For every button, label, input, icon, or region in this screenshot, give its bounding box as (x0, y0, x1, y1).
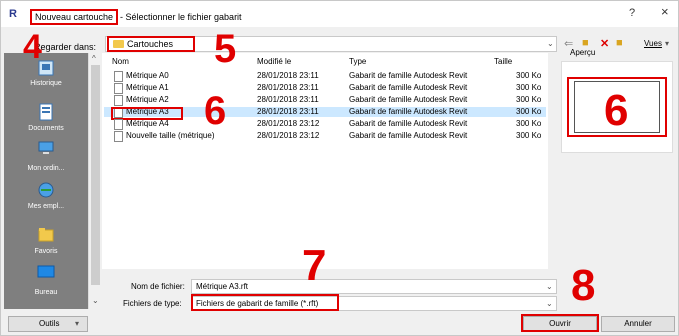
file-size: 300 Ko (516, 95, 542, 104)
file-name: Métrique A1 (126, 83, 169, 92)
file-icon (114, 95, 123, 106)
file-name: Métrique A0 (126, 71, 169, 80)
file-type: Gabarit de famille Autodesk Revit (349, 107, 468, 116)
filetype-label: Fichiers de type: (123, 299, 182, 308)
scroll-up-icon[interactable]: ^ (92, 54, 96, 63)
preview-label: Aperçu (570, 48, 596, 57)
close-button[interactable]: × (661, 4, 669, 19)
table-row[interactable]: Métrique A4 28/01/2018 23:12 Gabarit de … (104, 119, 546, 130)
file-name: Nouvelle taille (métrique) (126, 131, 215, 140)
file-dialog: R Nouveau cartouche - Sélectionner le fi… (0, 0, 679, 336)
file-size: 300 Ko (516, 119, 542, 128)
title-bar: R Nouveau cartouche - Sélectionner le fi… (1, 1, 678, 27)
file-date: 28/01/2018 23:12 (257, 131, 320, 140)
file-name: Métrique A2 (126, 95, 169, 104)
file-type: Gabarit de famille Autodesk Revit (349, 95, 468, 104)
column-header-size[interactable]: Taille (494, 57, 512, 66)
sidebar-item-label: Mon ordin... (27, 165, 65, 172)
file-size: 300 Ko (516, 107, 542, 116)
annotation-number-4: 4 (23, 28, 42, 66)
open-highlight-box (521, 314, 599, 332)
chevron-down-icon[interactable]: ⌄ (547, 39, 554, 48)
column-header-modified[interactable]: Modifié le (257, 57, 291, 66)
annotation-number-5: 5 (214, 27, 237, 71)
delete-icon[interactable]: ✕ (600, 37, 609, 50)
file-size: 300 Ko (516, 131, 542, 140)
cancel-label: Annuler (624, 319, 652, 328)
column-header-name[interactable]: Nom (112, 57, 129, 66)
dialog-title-highlighted: Nouveau cartouche (30, 9, 119, 25)
tools-label: Outils (39, 319, 60, 328)
annotation-number-6-list: 6 (204, 89, 227, 133)
file-type: Gabarit de famille Autodesk Revit (349, 83, 468, 92)
views-chevron-icon[interactable]: ▾ (665, 39, 669, 48)
tools-button[interactable]: Outils ▾ (8, 316, 88, 332)
column-header-type[interactable]: Type (349, 57, 366, 66)
desktop-icon (37, 265, 55, 278)
file-date: 28/01/2018 23:11 (257, 83, 319, 92)
sidebar-item-label: Bureau (34, 289, 58, 296)
filetype-highlight-box (191, 294, 339, 311)
sidebar-item-label: Historique (30, 80, 62, 87)
file-type: Gabarit de famille Autodesk Revit (349, 119, 468, 128)
revit-app-icon: R (9, 8, 17, 20)
sidebar-item-label: Documents (28, 125, 64, 132)
documents-icon (39, 103, 53, 121)
filename-value: Métrique A3.rft (196, 282, 249, 291)
help-button[interactable]: ? (629, 7, 635, 19)
chevron-down-icon[interactable]: ⌄ (546, 282, 553, 291)
dialog-title: - Sélectionner le fichier gabarit (120, 12, 242, 22)
file-icon (114, 131, 123, 142)
favorites-icon (38, 228, 54, 242)
file-date: 28/01/2018 23:11 (257, 107, 319, 116)
scrollbar-thumb[interactable] (91, 65, 100, 285)
lookin-label: Regarder dans: (34, 42, 97, 52)
table-row[interactable]: Nouvelle taille (métrique) 28/01/2018 23… (104, 131, 546, 142)
file-date: 28/01/2018 23:11 (257, 71, 319, 80)
views-button[interactable]: Vues (644, 39, 662, 48)
chevron-down-icon: ▾ (75, 319, 80, 328)
file-icon (114, 83, 123, 94)
places-sidebar: Historique Documents Mon ordin... Mes em… (4, 53, 88, 309)
annotation-number-8: 8 (571, 261, 596, 310)
filename-label: Nom de fichier: (131, 282, 185, 291)
file-list: Nom Modifié le Type Taille Métrique A0 2… (102, 53, 548, 269)
annotation-number-7: 7 (302, 241, 327, 290)
scroll-down-icon[interactable]: ⌄ (92, 296, 99, 305)
annotation-number-6-preview: 6 (604, 86, 629, 135)
chevron-down-icon[interactable]: ⌄ (546, 299, 553, 308)
sidebar-item-label: Mes empl... (27, 203, 65, 210)
file-size: 300 Ko (516, 83, 542, 92)
network-icon (38, 182, 54, 198)
sidebar-item-label: Favoris (34, 248, 58, 255)
new-folder-icon[interactable]: ■ (616, 37, 623, 49)
file-icon (114, 71, 123, 82)
file-date: 28/01/2018 23:12 (257, 119, 320, 128)
table-row[interactable]: Métrique A0 28/01/2018 23:11 Gabarit de … (104, 71, 546, 82)
filename-field[interactable]: Métrique A3.rft ⌄ (191, 279, 557, 294)
file-icon (114, 119, 123, 130)
cancel-button[interactable]: Annuler (601, 316, 675, 332)
file-type: Gabarit de famille Autodesk Revit (349, 131, 468, 140)
file-type: Gabarit de famille Autodesk Revit (349, 71, 468, 80)
computer-icon (38, 141, 54, 154)
file-name: Métrique A4 (126, 119, 169, 128)
sidebar-scrollbar[interactable]: ^ ⌄ (88, 53, 102, 309)
file-date: 28/01/2018 23:11 (257, 95, 319, 104)
table-row[interactable]: Métrique A1 28/01/2018 23:11 Gabarit de … (104, 83, 546, 94)
table-row[interactable]: Métrique A2 28/01/2018 23:11 Gabarit de … (104, 95, 546, 106)
lookin-highlight-box (107, 36, 195, 52)
file-size: 300 Ko (516, 71, 542, 80)
